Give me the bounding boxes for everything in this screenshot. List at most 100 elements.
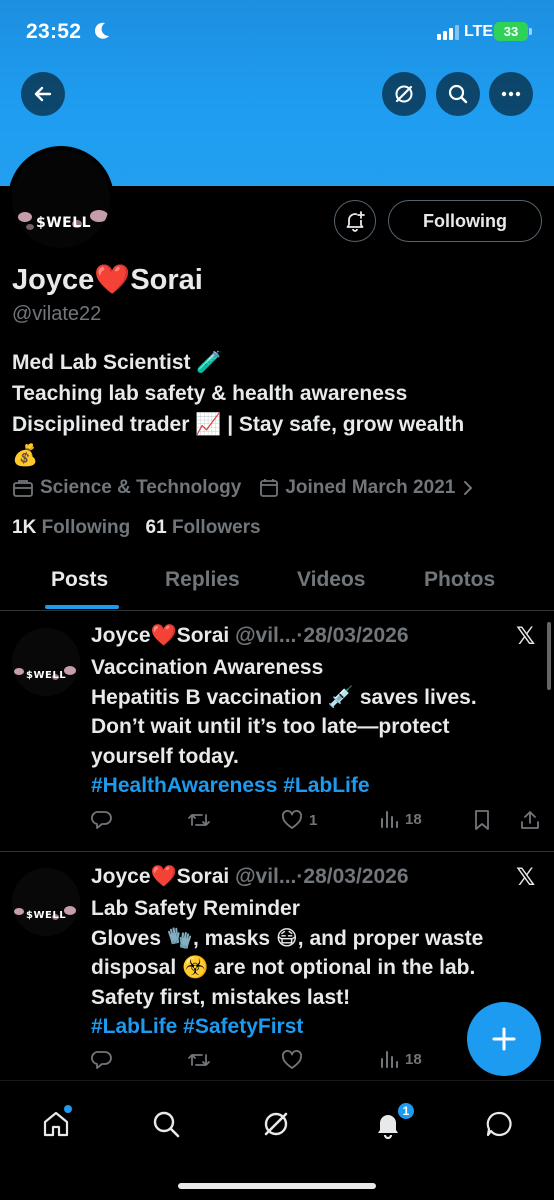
calendar-icon [259,478,279,498]
post-author[interactable]: Joyce❤️Sorai [91,865,229,888]
home-unread-dot [64,1105,72,1113]
profile-name: Joyce❤️Sorai [12,264,203,296]
profile-meta: Science & Technology Joined March 2021 [12,477,479,499]
post-text: Vaccination Awareness Hepatitis B vaccin… [91,653,541,801]
post-date: 28/03/2026 [303,865,409,888]
post-line: Don’t wait until it’s too late—protect [91,715,450,738]
post-avatar[interactable]: $WELL [12,868,80,936]
repost-button[interactable] [187,1049,211,1071]
back-arrow-icon [34,86,52,102]
grok-icon [395,85,413,103]
repost-button[interactable] [187,809,211,831]
active-tab-indicator [45,605,119,609]
post-line: Lab Safety Reminder [91,897,300,920]
post-divider [0,851,554,852]
avatar-text: $WELL [26,910,67,921]
post-hashtags[interactable]: #HealthAwareness #LabLife [91,771,541,801]
briefcase-icon [12,478,34,498]
signal-icon [437,25,459,40]
status-time: 23:52 [26,20,82,43]
views-count: 18 [405,810,422,828]
following-link[interactable]: 1K Following [12,517,130,538]
profile-joined: Joined March 2021 [285,477,456,498]
share-button[interactable] [519,809,541,831]
post-line: Hepatitis B vaccination 💉 saves lives. [91,685,477,709]
compose-button[interactable] [467,1002,541,1076]
post-actions: 1 18 [91,809,541,835]
views-button[interactable]: 18 [379,1049,422,1069]
views-button[interactable]: 18 [379,809,422,829]
reply-icon [91,1051,112,1069]
post-line: Gloves 🧤, masks 😷, and proper waste [91,926,484,950]
avatar-text: $WELL [36,215,92,231]
following-button[interactable]: Following [388,200,542,242]
search-button[interactable] [436,72,480,116]
tab-posts[interactable]: Posts [51,568,108,592]
reply-button[interactable] [91,809,113,831]
bio-line: Disciplined trader 📈 | Stay safe, grow w… [12,413,465,436]
profile-bio: Med Lab Scientist 🧪 Teaching lab safety … [12,347,542,471]
messages-icon [486,1111,512,1137]
post-author[interactable]: Joyce❤️Sorai [91,624,229,647]
nav-search[interactable] [148,1106,184,1142]
grok-icon [264,1112,288,1136]
home-indicator [178,1183,376,1189]
post-line: Safety first, mistakes last! [91,985,351,1009]
notify-button[interactable] [334,200,376,242]
views-icon [381,811,398,828]
like-button[interactable] [281,1049,309,1071]
bio-line: Med Lab Scientist 🧪 [12,351,223,374]
chevron-right-icon[interactable] [463,480,473,496]
like-button[interactable]: 1 [281,809,317,831]
plus-icon [492,1027,516,1051]
tabs-divider [0,610,554,611]
like-icon [282,1050,302,1069]
x-logo-icon: 𝕏 [516,864,536,891]
battery-icon: 33 [494,22,528,41]
post-line: Vaccination Awareness [91,656,324,679]
scrollbar[interactable] [547,622,551,690]
post-handle: @vil... [235,865,297,888]
post-line: yourself today. [91,744,239,768]
back-button[interactable] [21,72,65,116]
nav-grok[interactable] [258,1106,294,1142]
status-bar: 23:52 LTE 33 [0,0,554,66]
nav-messages[interactable] [481,1106,517,1142]
post-date: 28/03/2026 [303,624,409,647]
network-type: LTE [464,23,494,40]
followers-link[interactable]: 61 Followers [146,517,261,538]
repost-icon [188,814,210,826]
battery-level: 33 [503,24,519,39]
bookmark-button[interactable] [473,809,491,831]
avatar-text: $WELL [26,670,67,681]
tab-replies[interactable]: Replies [165,568,240,592]
profile-category[interactable]: Science & Technology [40,477,241,499]
profile-tabs: Posts Replies Videos Photos [0,560,554,610]
like-count: 1 [309,811,318,829]
post-header: Joyce❤️Sorai @vil...·28/03/2026 [91,865,409,889]
tab-videos[interactable]: Videos [297,568,365,592]
repost-icon [188,1054,210,1066]
bio-line: 💰 [12,444,39,467]
views-count: 18 [405,1050,422,1068]
post-avatar[interactable]: $WELL [12,628,80,696]
profile-handle: @vilate22 [12,303,102,325]
x-logo-icon: 𝕏 [516,623,536,650]
notifications-badge: 1 [396,1101,416,1121]
profile-avatar[interactable]: $WELL [8,146,114,252]
battery-tip [529,28,532,35]
home-icon [43,1111,69,1137]
followers-count: 61 [145,517,167,538]
more-icon [501,91,521,97]
tab-photos[interactable]: Photos [424,568,495,592]
bio-line: Teaching lab safety & health awareness [12,382,408,405]
reply-button[interactable] [91,1049,113,1071]
post-handle: @vil... [235,624,297,647]
grok-button[interactable] [382,72,426,116]
reply-icon [91,811,112,829]
like-icon [282,810,302,829]
post-line: disposal ☣️ are not optional in the lab. [91,956,476,979]
followers-label: Followers [171,517,261,538]
share-icon [521,811,539,829]
more-button[interactable] [489,72,533,116]
